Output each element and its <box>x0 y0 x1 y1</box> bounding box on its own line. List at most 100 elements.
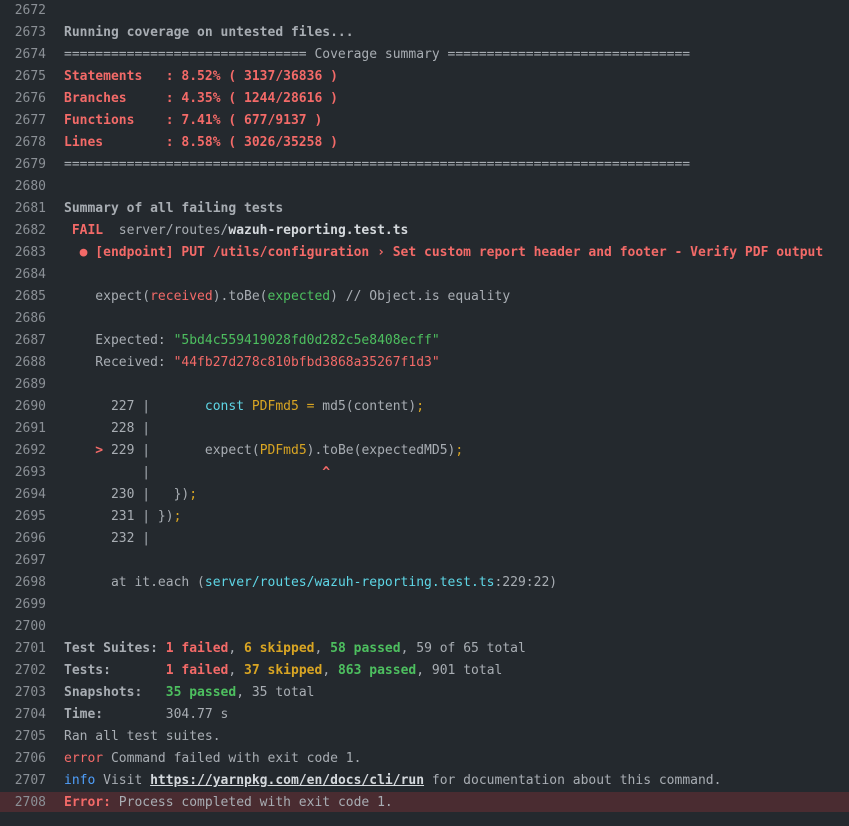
line-number[interactable]: 2706 <box>0 748 46 770</box>
log-text: for documentation about this command. <box>424 773 722 788</box>
line-content: Running coverage on untested files... <box>64 22 354 44</box>
line-number[interactable]: 2692 <box>0 440 46 462</box>
log-line: 2698 at it.each (server/routes/wazuh-rep… <box>0 572 849 594</box>
line-number[interactable]: 2677 <box>0 110 46 132</box>
line-number[interactable]: 2701 <box>0 638 46 660</box>
line-number[interactable]: 2688 <box>0 352 46 374</box>
log-text: Tests: <box>64 663 166 678</box>
line-number[interactable]: 2686 <box>0 308 46 330</box>
line-number[interactable]: 2694 <box>0 484 46 506</box>
line-number[interactable]: 2684 <box>0 264 46 286</box>
line-number[interactable]: 2695 <box>0 506 46 528</box>
line-number[interactable]: 2680 <box>0 176 46 198</box>
log-text: , <box>228 641 245 656</box>
line-number[interactable]: 2703 <box>0 682 46 704</box>
log-line: 2687 Expected: "5bd4c559419028fd0d282c5e… <box>0 330 849 352</box>
line-content: 228 | <box>64 418 150 440</box>
line-content: expect(received).toBe(expected) // Objec… <box>64 286 510 308</box>
line-content: Summary of all failing tests <box>64 198 283 220</box>
line-number[interactable]: 2682 <box>0 220 46 242</box>
log-text: , <box>322 663 338 678</box>
line-number[interactable]: 2674 <box>0 44 46 66</box>
line-number[interactable]: 2672 <box>0 0 46 22</box>
log-text: ; <box>173 509 182 524</box>
line-number[interactable]: 2705 <box>0 726 46 748</box>
log-line: 2694 230 | }); <box>0 484 849 506</box>
line-number[interactable]: 2700 <box>0 616 46 638</box>
line-content: | ^ <box>64 462 330 484</box>
log-line: 2691 228 | <box>0 418 849 440</box>
line-content: Lines : 8.58% ( 3026/35258 ) <box>64 132 338 154</box>
log-text: ).toBe( <box>212 289 268 304</box>
line-number[interactable]: 2699 <box>0 594 46 616</box>
docs-link[interactable]: https://yarnpkg.com/en/docs/cli/run <box>150 773 424 788</box>
log-line: 2702 Tests: 1 failed, 37 skipped, 863 pas… <box>0 660 849 682</box>
log-line: 2689 <box>0 374 849 396</box>
log-text: "44fb27d278c810bfbd3868a35267f1d3" <box>173 355 440 370</box>
line-content: error Command failed with exit code 1. <box>64 748 361 770</box>
log-text: 229 | expect( <box>110 443 260 458</box>
line-number[interactable]: 2676 <box>0 88 46 110</box>
line-number[interactable]: 2702 <box>0 660 46 682</box>
log-text: PDFmd5 <box>251 399 299 414</box>
log-line: 2707 info Visit https://yarnpkg.com/en/do… <box>0 770 849 792</box>
log-line: 2673 Running coverage on untested files..… <box>0 22 849 44</box>
log-text: Process completed with exit code 1. <box>110 795 393 810</box>
line-number[interactable]: 2691 <box>0 418 46 440</box>
line-number[interactable]: 2698 <box>0 572 46 594</box>
line-number[interactable]: 2707 <box>0 770 46 792</box>
log-text: , <box>228 663 245 678</box>
line-content: ========================================… <box>64 154 690 176</box>
line-content: FAIL server/routes/wazuh-reporting.test.… <box>64 220 409 242</box>
log-line: 2692 > 229 | expect(PDFmd5).toBe(expecte… <box>0 440 849 462</box>
log-text: expected <box>267 289 331 304</box>
line-number[interactable]: 2681 <box>0 198 46 220</box>
log-text: ========================================… <box>64 157 691 172</box>
line-number[interactable]: 2696 <box>0 528 46 550</box>
log-text: 58 passed <box>330 641 401 656</box>
line-number[interactable]: 2687 <box>0 330 46 352</box>
log-text: server/routes/wazuh-reporting.test.ts <box>204 575 495 590</box>
line-content: Ran all test suites. <box>64 726 221 748</box>
log-line: 2706 error Command failed with exit code … <box>0 748 849 770</box>
line-content: Time: 304.77 s <box>64 704 228 726</box>
log-text: wazuh-reporting.test.ts <box>228 223 409 238</box>
line-number[interactable]: 2673 <box>0 22 46 44</box>
log-text: 35 passed <box>165 685 237 700</box>
log-text: Functions : 7.41% ( 677/9137 ) <box>64 113 323 128</box>
log-text: Statements : 8.52% ( 3137/36836 ) <box>64 69 338 84</box>
log-text: :229:22) <box>494 575 558 590</box>
log-line: 2684 <box>0 264 849 286</box>
log-line: 2699 <box>0 594 849 616</box>
line-content: Functions : 7.41% ( 677/9137 ) <box>64 110 322 132</box>
log-text: 230 | }) <box>64 487 190 502</box>
line-content: Expected: "5bd4c559419028fd0d282c5e8408e… <box>64 330 439 352</box>
line-number[interactable]: 2693 <box>0 462 46 484</box>
line-number[interactable]: 2683 <box>0 242 46 264</box>
log-text: Running coverage on untested files... <box>64 25 354 40</box>
log-text: info <box>64 773 96 788</box>
line-number[interactable]: 2679 <box>0 154 46 176</box>
line-number[interactable]: 2697 <box>0 550 46 572</box>
line-number[interactable]: 2708 <box>0 792 46 814</box>
log-line: 2674 =============================== Cove… <box>0 44 849 66</box>
log-text: server/routes/ <box>110 223 229 238</box>
line-number[interactable]: 2678 <box>0 132 46 154</box>
log-line: 2700 <box>0 616 849 638</box>
log-line: 2704 Time: 304.77 s <box>0 704 849 726</box>
line-number[interactable]: 2704 <box>0 704 46 726</box>
log-line: 2678 Lines : 8.58% ( 3026/35258 ) <box>0 132 849 154</box>
line-content: Test Suites: 1 failed, 6 skipped, 58 pas… <box>64 638 526 660</box>
line-number[interactable]: 2675 <box>0 66 46 88</box>
line-number[interactable]: 2690 <box>0 396 46 418</box>
log-text: 231 | }) <box>64 509 174 524</box>
line-number[interactable]: 2689 <box>0 374 46 396</box>
line-content: info Visit https://yarnpkg.com/en/docs/c… <box>64 770 721 792</box>
log-line: 2676 Branches : 4.35% ( 1244/28616 ) <box>0 88 849 110</box>
log-text: , 35 total <box>236 685 315 700</box>
line-number[interactable]: 2685 <box>0 286 46 308</box>
log-text: at it.each ( <box>64 575 205 590</box>
line-content: at it.each (server/routes/wazuh-reportin… <box>64 572 557 594</box>
log-text: =============================== Coverage… <box>64 47 691 62</box>
log-text: Time: <box>64 707 166 722</box>
